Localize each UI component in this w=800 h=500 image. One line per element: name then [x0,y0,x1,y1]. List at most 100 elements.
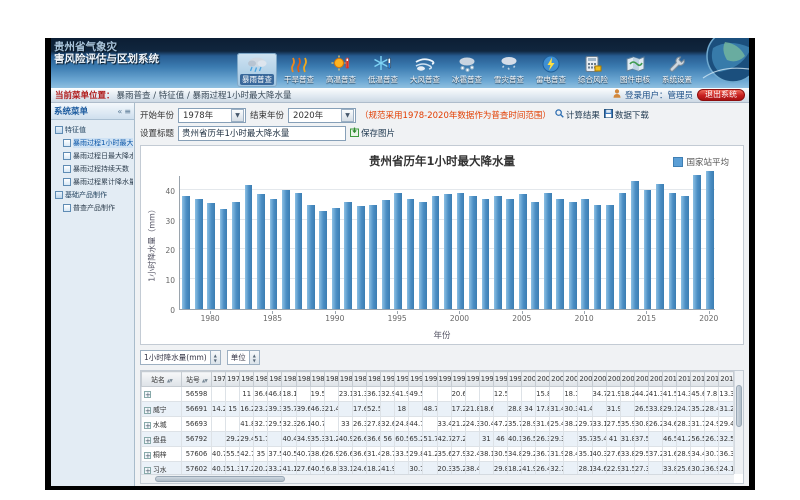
value-cell [226,387,240,402]
col-header-year-2010[interactable]: 2010 [663,372,677,387]
nav-item-high-temp[interactable]: 高温普查 [321,53,361,87]
horizontal-scrollbar[interactable] [141,474,734,483]
col-header-year-2009[interactable]: 2009 [648,372,662,387]
nav-item-label: 冰雹普查 [452,74,482,85]
nav-item-settings[interactable]: 系统设置 [657,53,697,87]
sidebar-item-leaf-2[interactable]: 暴雨过程日最大降水量 [52,149,133,162]
sidebar-item-leaf-6[interactable]: 普查产品制作 [52,201,133,214]
row-expander-icon[interactable]: + [144,407,151,414]
col-header-year-1980[interactable]: 1980 [240,372,254,387]
start-year-select[interactable]: 1978年 ▼ [178,108,246,123]
sort-icon[interactable]: ▲▼ [202,379,207,384]
col-header-year-1994[interactable]: 1994 [437,372,451,387]
sidebar-item-leaf-3[interactable]: 暴雨过程持续天数 [52,162,133,175]
value-cell [212,387,226,402]
chart-legend[interactable]: 国家站平均 [673,156,729,168]
col-header-year-2012[interactable]: 2012 [691,372,705,387]
col-header-year-1985[interactable]: 1985 [310,372,324,387]
chevron-down-icon: ▼ [341,109,354,122]
col-header-year-2005[interactable]: 2005 [592,372,606,387]
col-header-year-1988[interactable]: 1988 [352,372,366,387]
nav-item-map-review[interactable]: 图件审核 [615,53,655,87]
vertical-scrollbar-thumb[interactable] [736,385,742,427]
save-image-button[interactable]: 保存图片 [350,127,395,140]
value-cell: 28.9 [677,447,691,462]
nav-item-hail[interactable]: 冰雹普查 [447,53,487,87]
value-cell: 36.6 [352,447,366,462]
col-header-year-1981[interactable]: 1981 [254,372,268,387]
col-header-year-2006[interactable]: 2006 [606,372,620,387]
value-cell [648,432,662,447]
nav-item-low-temp[interactable]: 低温普查 [363,53,403,87]
row-expander-icon[interactable]: + [144,437,151,444]
col-header-year-2013[interactable]: 2013 [705,372,719,387]
col-header-year-1978[interactable]: 1978 [212,372,226,387]
value-cell: 32.7 [254,417,268,432]
col-header-year-1992[interactable]: 1992 [409,372,423,387]
sidebar-item-group-5[interactable]: 基础产品制作 [52,188,133,201]
nav-item-rainstorm[interactable]: 暴雨普查 [237,53,277,87]
rainstorm-icon [246,54,268,74]
col-header-year-1999[interactable]: 1999 [507,372,521,387]
col-header-year-1982[interactable]: 1982 [268,372,282,387]
col-header-year-1991[interactable]: 1991 [395,372,409,387]
col-header-year-2002[interactable]: 2002 [550,372,564,387]
horizontal-scrollbar-thumb[interactable] [155,476,285,482]
sidebar-menu-icon[interactable]: ≡ [124,107,131,116]
nav-item-drought[interactable]: 干旱普查 [279,53,319,87]
value-cell: 38.6 [310,447,324,462]
sidebar-item-group-0[interactable]: 特征值 [52,123,133,136]
col-header-year-1993[interactable]: 1993 [423,372,437,387]
end-year-select[interactable]: 2020年 ▼ [288,108,356,123]
col-header-year-1986[interactable]: 1986 [324,372,338,387]
calc-result-button[interactable]: 计算结果 [555,109,600,121]
col-header-year-2000[interactable]: 2000 [522,372,536,387]
col-header-year-2011[interactable]: 2011 [677,372,691,387]
col-header-year-1995[interactable]: 1995 [451,372,465,387]
col-header-year-2004[interactable]: 2004 [578,372,592,387]
col-header-year-1997[interactable]: 1997 [479,372,493,387]
sidebar-item-leaf-1[interactable]: 暴雨过程1小时最大降水量 [52,136,133,149]
col-header-year-1996[interactable]: 1996 [465,372,479,387]
col-header-year-1987[interactable]: 1987 [338,372,352,387]
col-header-year-2003[interactable]: 2003 [564,372,578,387]
nav-item-lightning[interactable]: 雷电普查 [531,53,571,87]
sidebar-pin-icon[interactable]: « [117,107,122,116]
value-cell: 27.8 [367,417,381,432]
vertical-scrollbar[interactable] [734,371,743,474]
x-tick-label: 2005 [512,314,531,323]
station-id: 56598 [182,387,212,402]
metric-select[interactable]: 1小时降水量(mm) ▲▼ [140,350,221,365]
col-header-year-2007[interactable]: 2007 [620,372,634,387]
value-cell: 42.7 [240,447,254,462]
sidebar-item-leaf-4[interactable]: 暴雨过程累计降水量 [52,175,133,188]
col-header-year-2014[interactable]: 2014 [719,372,734,387]
col-header-year-1998[interactable]: 1998 [493,372,507,387]
col-header-year-1990[interactable]: 1990 [381,372,395,387]
col-header-station-name[interactable]: 站名 ▲▼ [142,372,182,387]
app-window: 贵州省气象灾 害风险评估与区划系统 暴雨普查干旱普查高温普查低温普查大风普查冰雹… [45,38,755,490]
value-cell: 27.9 [451,447,465,462]
chart-title-input[interactable] [178,126,346,141]
col-header-year-1984[interactable]: 1984 [296,372,310,387]
row-expander-icon[interactable]: + [144,452,151,459]
row-expander-icon[interactable]: + [144,391,151,398]
nav-item-wind[interactable]: 大风普查 [405,53,445,87]
nav-item-composite-risk[interactable]: 综合风险 [573,53,613,87]
col-header-year-2001[interactable]: 2001 [536,372,550,387]
col-header-station-id[interactable]: 站号 ▲▼ [182,372,212,387]
col-header-year-2008[interactable]: 2008 [634,372,648,387]
sort-icon[interactable]: ▲▼ [167,379,172,384]
col-header-year-1989[interactable]: 1989 [367,372,381,387]
logout-button[interactable]: 退出系统 [697,89,745,101]
col-header-year-1983[interactable]: 1983 [282,372,296,387]
value-cell [620,402,634,417]
row-expander-icon[interactable]: + [144,467,151,474]
nav-item-snow[interactable]: ***雪灾普查 [489,53,529,87]
unit-select[interactable]: 单位 ▲▼ [227,350,260,365]
row-expander-icon[interactable]: + [144,422,151,429]
data-download-button[interactable]: 数据下载 [604,109,649,121]
value-cell: 35.3 [310,432,324,447]
col-header-year-1979[interactable]: 1979 [226,372,240,387]
value-cell: 18.2 [620,387,634,402]
